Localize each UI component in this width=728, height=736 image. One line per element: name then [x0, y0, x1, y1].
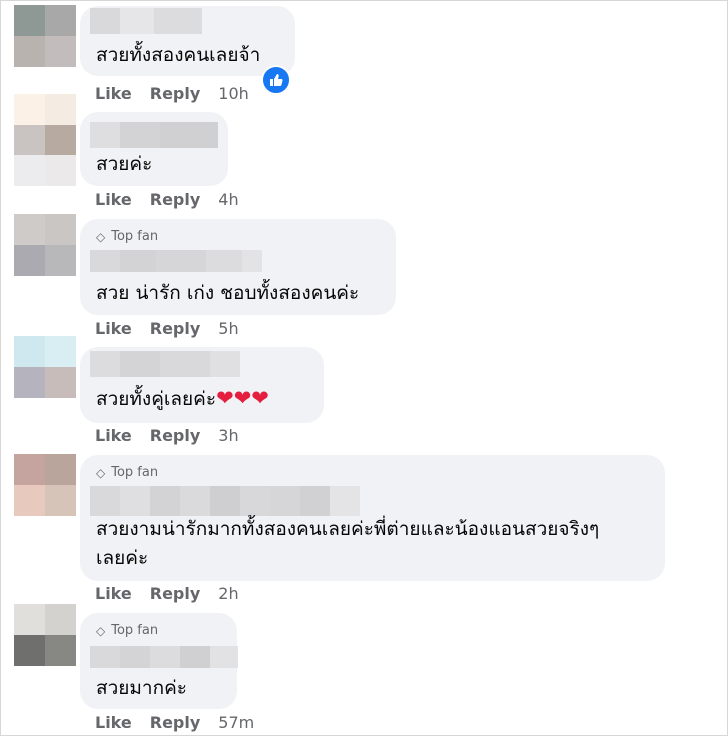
- reply-button[interactable]: Reply: [150, 190, 201, 209]
- like-button[interactable]: Like: [95, 426, 132, 445]
- comment-timestamp[interactable]: 4h: [218, 190, 238, 209]
- comment-timestamp[interactable]: 5h: [218, 319, 238, 338]
- diamond-icon: ◇: [96, 465, 106, 480]
- comment-text: สวยทั้งคู่เลยค่ะ❤❤❤: [96, 383, 269, 414]
- avatar[interactable]: [14, 214, 76, 276]
- comment-actions: Like Reply 3h: [95, 426, 239, 445]
- redacted-author-name[interactable]: [90, 646, 238, 668]
- redacted-author-name[interactable]: [90, 486, 360, 516]
- comment-text: สวย น่ารัก เก่ง ชอบทั้งสองคนค่ะ: [96, 282, 360, 304]
- comment-bubble: ◇ Top fan สวยมากค่ะ: [80, 613, 238, 709]
- comment-bubble: สวยทั้งสองคนเลยจ้า: [80, 6, 295, 76]
- top-fan-badge: ◇ Top fan: [96, 229, 158, 244]
- redacted-author-name[interactable]: [90, 122, 218, 148]
- reply-button[interactable]: Reply: [150, 84, 201, 103]
- avatar[interactable]: [14, 5, 76, 67]
- like-button[interactable]: Like: [95, 713, 132, 732]
- comment-timestamp[interactable]: 3h: [218, 426, 238, 445]
- redacted-author-name[interactable]: [90, 250, 262, 272]
- comment-text-line-2: เลยค่ะ: [96, 547, 149, 569]
- avatar[interactable]: [14, 454, 76, 516]
- comment-bubble: ◇ Top fan สวยงามน่ารักมากทั้งสองคนเลยค่ะ…: [80, 455, 665, 581]
- comment-actions: Like Reply 5h: [95, 319, 239, 338]
- reply-button[interactable]: Reply: [150, 319, 201, 338]
- comment-text: สวยค่ะ: [96, 153, 153, 175]
- top-fan-badge: ◇ Top fan: [96, 623, 158, 638]
- comment-bubble: สวยค่ะ: [80, 112, 228, 186]
- comment-timestamp[interactable]: 2h: [218, 584, 238, 603]
- top-fan-badge: ◇ Top fan: [96, 465, 158, 480]
- comment-timestamp[interactable]: 10h: [218, 84, 249, 103]
- redacted-author-name[interactable]: [90, 351, 240, 377]
- like-button[interactable]: Like: [95, 584, 132, 603]
- comment-actions: Like Reply 10h: [95, 84, 249, 103]
- reply-button[interactable]: Reply: [150, 426, 201, 445]
- top-fan-label: Top fan: [111, 465, 159, 480]
- comment-text-body: สวยทั้งคู่เลยค่ะ: [96, 388, 217, 410]
- comment-timestamp[interactable]: 57m: [218, 713, 254, 732]
- heart-emoji: ❤❤❤: [216, 386, 269, 410]
- avatar[interactable]: [14, 336, 76, 398]
- like-button[interactable]: Like: [95, 84, 132, 103]
- diamond-icon: ◇: [96, 229, 106, 244]
- reaction-badge[interactable]: [261, 65, 291, 95]
- redacted-author-name[interactable]: [90, 8, 202, 34]
- comment-text-line-1: สวยงามน่ารักมากทั้งสองคนเลยค่ะพี่ต่ายและ…: [96, 518, 600, 540]
- top-fan-label: Top fan: [111, 623, 159, 638]
- comment-actions: Like Reply 57m: [95, 713, 254, 732]
- reply-button[interactable]: Reply: [150, 713, 201, 732]
- avatar[interactable]: [14, 604, 76, 666]
- comment-bubble: สวยทั้งคู่เลยค่ะ❤❤❤: [80, 347, 324, 423]
- comment-text: สวยมากค่ะ: [96, 677, 188, 699]
- comment-text: สวยทั้งสองคนเลยจ้า: [96, 44, 261, 66]
- like-button[interactable]: Like: [95, 319, 132, 338]
- comment-bubble: ◇ Top fan สวย น่ารัก เก่ง ชอบทั้งสองคนค่…: [80, 219, 396, 315]
- diamond-icon: ◇: [96, 623, 106, 638]
- avatar[interactable]: [14, 94, 76, 186]
- thumbs-up-icon: [270, 74, 283, 86]
- comment-actions: Like Reply 2h: [95, 584, 239, 603]
- like-button[interactable]: Like: [95, 190, 132, 209]
- top-fan-label: Top fan: [111, 229, 159, 244]
- comment-actions: Like Reply 4h: [95, 190, 239, 209]
- reply-button[interactable]: Reply: [150, 584, 201, 603]
